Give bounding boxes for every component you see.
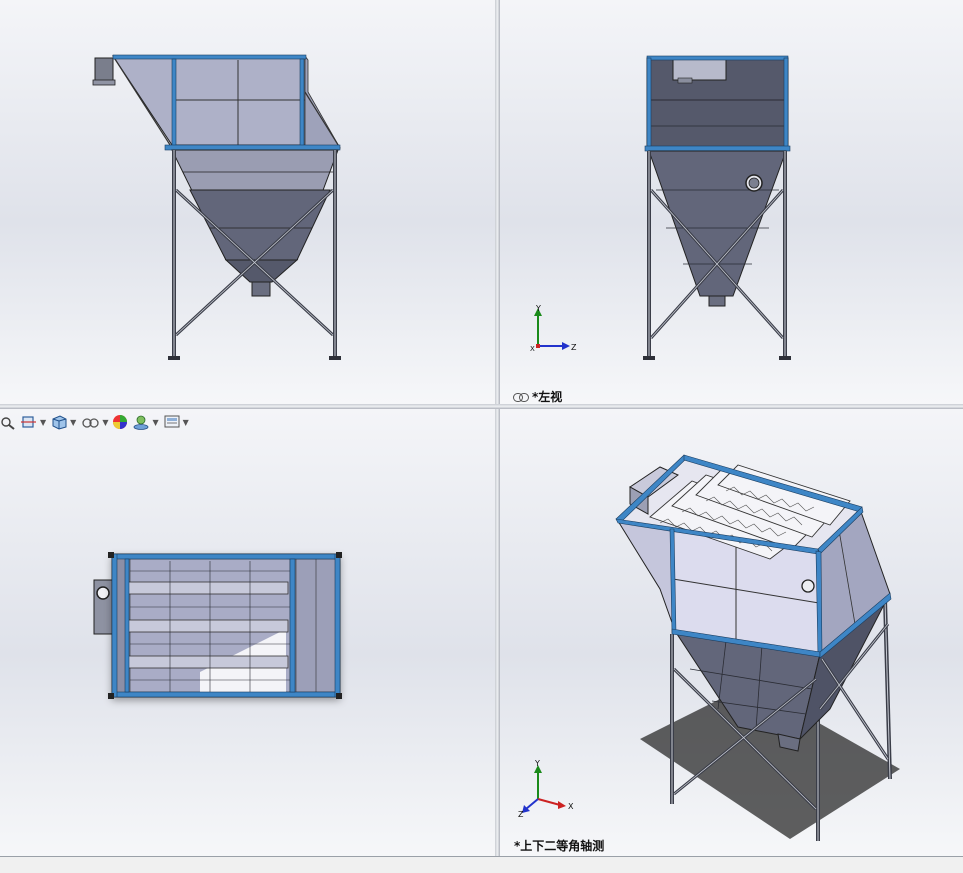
status-strip xyxy=(0,856,963,873)
triad-z-label: Z xyxy=(571,343,577,352)
viewport-isometric[interactable]: Y X Z *上下二等角轴测 xyxy=(500,409,963,856)
view-label-isometric: *上下二等角轴测 xyxy=(514,837,604,854)
viewport-left-view[interactable]: Y Z X *左视 xyxy=(500,0,963,404)
triad-y-label: Y xyxy=(535,304,541,313)
view-name-text: *左视 xyxy=(532,390,563,404)
front-view-model xyxy=(92,54,341,360)
viewport-front[interactable] xyxy=(0,0,495,404)
view-label-left: *左视 xyxy=(513,388,562,404)
triad-x-label: X xyxy=(530,345,535,352)
coordinate-triad-iso: Y X Z xyxy=(518,759,574,819)
viewport-splitter-vertical[interactable] xyxy=(495,0,500,856)
triad-iso-z-label: Z xyxy=(518,810,524,819)
view-name-text-iso: *上下二等角轴测 xyxy=(514,839,605,853)
link-icon xyxy=(513,393,529,402)
triad-iso-x-label: X xyxy=(568,802,574,811)
viewport-top-view[interactable]: ▼ ▼ ▼ ▼ ▼ xyxy=(0,409,495,856)
top-view-model xyxy=(93,552,342,699)
triad-iso-y-label: Y xyxy=(534,759,540,768)
coordinate-triad: Y Z X xyxy=(530,304,577,352)
viewport-splitter-horizontal[interactable] xyxy=(0,404,963,409)
